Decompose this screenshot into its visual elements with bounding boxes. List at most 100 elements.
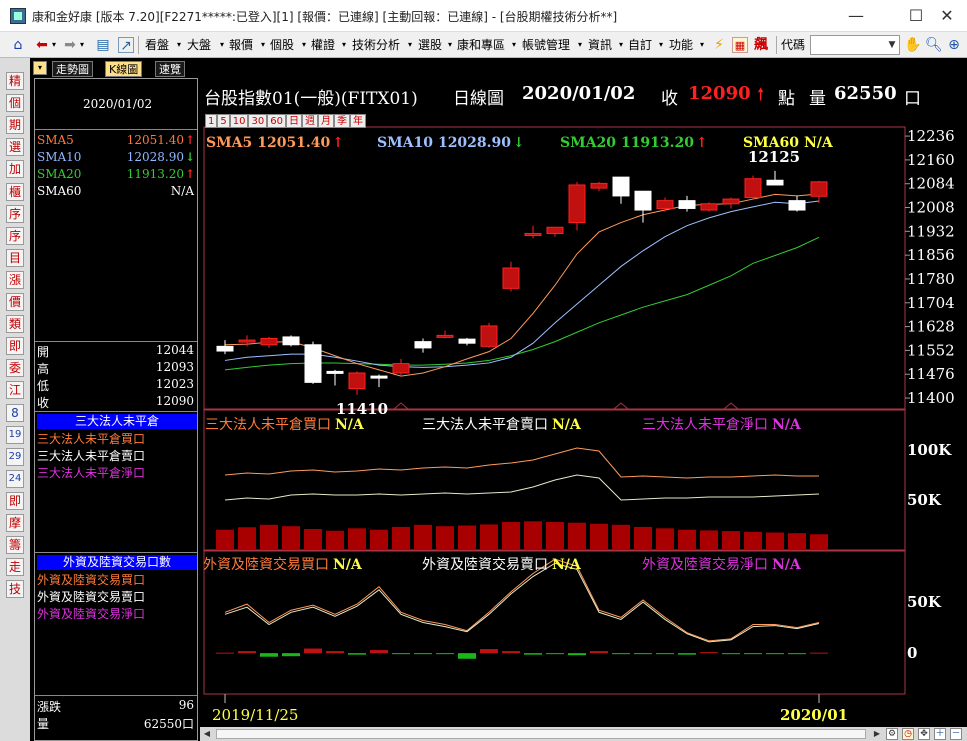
candle[interactable] [436,330,454,339]
candle[interactable] [788,195,806,212]
menu-功能[interactable]: 功能 [669,32,693,58]
menu-康和專區[interactable]: 康和專區 [457,32,505,58]
dropdown-icon[interactable]: ▾ [214,37,230,53]
shortcut-3[interactable]: 選 [6,138,24,157]
candle[interactable] [766,170,784,186]
edit-icon[interactable]: ↗ [118,37,134,54]
calendar-icon[interactable]: ▦ [732,37,748,53]
menu-帳號管理[interactable]: 帳號管理 [522,32,570,58]
horizontal-scrollbar[interactable]: ◀ ▶ ⚙ ◷ ✥ ＋ － [200,727,967,741]
candle[interactable] [590,181,608,192]
scroll-left-icon[interactable]: ◀ [202,729,212,739]
menu-資訊[interactable]: 資訊 [588,32,612,58]
candle[interactable] [282,335,300,347]
shortcut-21[interactable]: 籌 [6,536,24,555]
code-input[interactable]: ▼ [810,35,900,55]
period-button-4[interactable]: 60 [267,114,286,128]
shortcut-5[interactable]: 櫃 [6,182,24,201]
shortcut-4[interactable]: 加 [6,160,24,179]
shortcut-20[interactable]: 摩 [6,514,24,532]
home-icon[interactable]: ⌂ [10,37,26,53]
shortcut-12[interactable]: 即 [6,337,24,356]
minimize-button[interactable]: — [836,4,876,28]
shortcut-14[interactable]: 江 [6,381,24,400]
menu-看盤[interactable]: 看盤 [145,32,169,58]
dropdown-icon[interactable]: ▾ [613,37,629,53]
dropdown-icon[interactable]: ▾ [572,37,588,53]
dropdown-icon[interactable]: ▾ [442,37,458,53]
shortcut-13[interactable]: 委 [6,359,24,378]
dropdown-icon[interactable]: ▾ [171,37,187,53]
shortcut-17[interactable]: 29 [6,447,24,466]
tab-menu-icon[interactable]: ▾ [33,61,47,75]
scroll-thumb[interactable] [216,729,866,739]
candle[interactable] [546,226,564,237]
candle[interactable] [700,202,718,212]
period-button-2[interactable]: 10 [229,114,249,128]
candle[interactable] [744,175,762,200]
shortcut-8[interactable]: 目 [6,248,24,267]
menu-自訂[interactable]: 自訂 [628,32,652,58]
shortcut-10[interactable]: 價 [6,293,24,311]
candle[interactable] [480,322,498,348]
zoom-in-icon[interactable]: ＋ [934,728,946,740]
period-button-8[interactable]: 季 [333,114,350,128]
chart-area[interactable]: 11400 11476 11552 11628 11704 11780 11856 11932… [200,78,967,741]
shortcut-11[interactable]: 類 [6,315,24,334]
print-icon[interactable]: ▤ [95,37,111,53]
period-button-3[interactable]: 30 [248,114,268,128]
shortcut-2[interactable]: 期 [6,116,24,135]
candle[interactable] [656,197,674,212]
period-button-7[interactable]: 月 [317,114,334,128]
pan-icon[interactable]: ✥ [918,728,930,740]
dropdown-icon[interactable]: ▾ [694,37,710,53]
clock-icon[interactable]: ◷ [902,728,914,740]
candle[interactable] [678,195,696,212]
chart-canvas[interactable]: 11400 11476 11552 11628 11704 11780 11856 11932… [200,78,967,741]
zoom-out-icon[interactable]: － [950,728,962,740]
chevron-down-icon[interactable]: ▼ [885,36,899,54]
candle[interactable] [326,369,344,386]
candle[interactable] [810,180,828,203]
settings-icon[interactable]: ⚙ [886,728,898,740]
candle[interactable] [370,374,388,388]
candle[interactable] [304,341,322,384]
candle[interactable] [260,336,278,348]
shortcut-18[interactable]: 24 [6,469,24,488]
dropdown-icon[interactable]: ▾ [653,37,669,53]
shortcut-23[interactable]: 技 [6,580,24,599]
period-button-5[interactable]: 日 [285,114,302,128]
menu-技術分析[interactable]: 技術分析 [352,32,400,58]
lightning-icon[interactable]: ⚡ [711,37,727,53]
forward-dropdown-icon[interactable]: ▾ [74,37,90,53]
shortcut-19[interactable]: 即 [6,491,24,510]
period-button-1[interactable]: 5 [217,114,230,128]
brand-icon[interactable]: 飆 [753,37,769,53]
menu-大盤[interactable]: 大盤 [187,32,211,58]
shortcut-7[interactable]: 序 [6,226,24,245]
candle[interactable] [524,225,542,239]
back-dropdown-icon[interactable]: ▾ [46,37,62,53]
period-button-9[interactable]: 年 [349,114,366,128]
candle[interactable] [216,340,234,355]
dropdown-icon[interactable]: ▾ [336,37,352,53]
shortcut-0[interactable]: 精 [6,72,24,90]
menu-權證[interactable]: 權證 [311,32,335,58]
candle[interactable] [634,190,652,223]
candle[interactable] [502,261,520,292]
shortcut-16[interactable]: 19 [6,425,24,444]
menu-個股[interactable]: 個股 [270,32,294,58]
candle[interactable] [612,176,630,204]
candle[interactable] [458,337,476,346]
shortcut-9[interactable]: 漲 [6,270,24,289]
tab-trend[interactable]: 走勢圖 [52,61,93,77]
hand-icon[interactable]: ✋ [904,37,921,53]
candle[interactable] [722,197,740,209]
dropdown-icon[interactable]: ▾ [506,37,522,53]
shortcut-1[interactable]: 個 [6,94,24,113]
menu-選股[interactable]: 選股 [418,32,442,58]
zoom-icon[interactable]: ⊕ [946,37,962,53]
tab-kline[interactable]: K線圖 [105,61,143,77]
period-button-6[interactable]: 週 [301,114,318,128]
candle[interactable] [348,371,366,395]
